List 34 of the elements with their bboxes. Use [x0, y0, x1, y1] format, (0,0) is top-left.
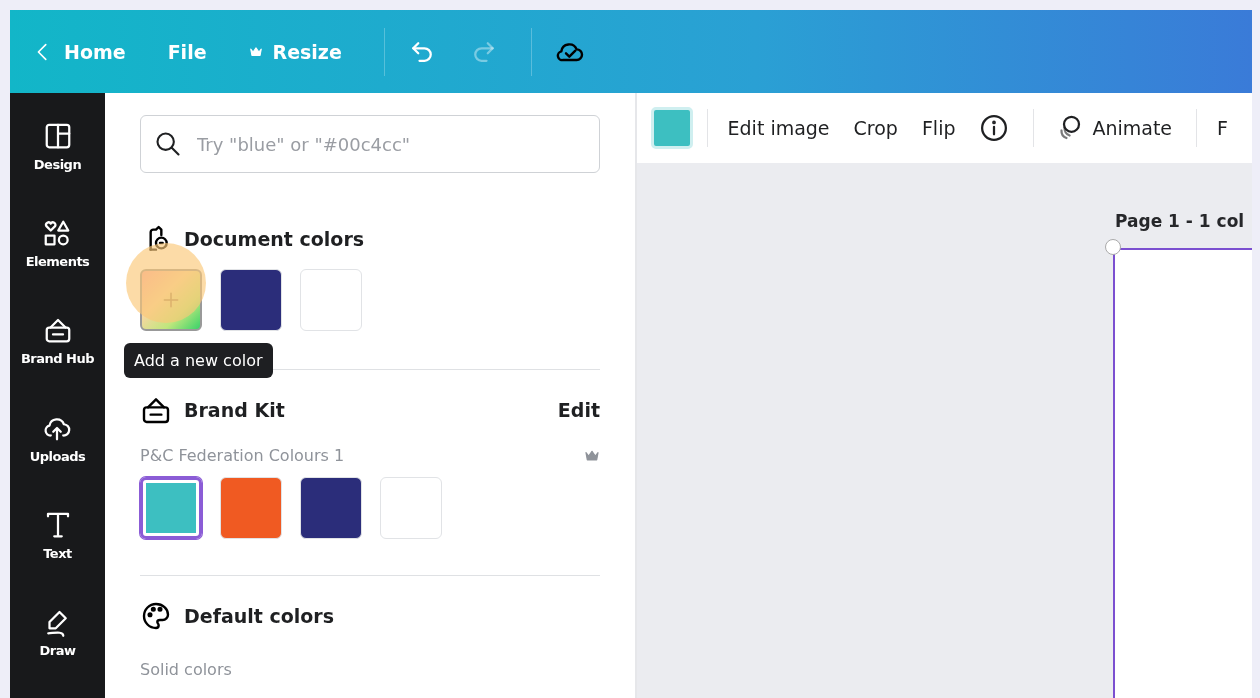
toolbar-button[interactable]: Edit image [727, 117, 830, 139]
crown-icon [248, 44, 263, 59]
tooltip: Add a new color [124, 343, 273, 378]
color-button[interactable] [651, 107, 693, 149]
sidebar-item[interactable]: Design [33, 115, 82, 213]
toolbar-button[interactable]: Flip [921, 117, 956, 139]
color-swatch[interactable] [380, 477, 442, 539]
toolbar-button[interactable]: Crop [853, 117, 898, 139]
palette-name: P&C Federation Colours 1 [140, 446, 346, 465]
sidebar-item[interactable]: Uploads [29, 406, 86, 504]
color-swatch[interactable] [220, 477, 282, 539]
toolbar-button[interactable]: F [1217, 117, 1228, 139]
section-subtitle: Solid colors [140, 660, 233, 679]
plus-icon [161, 290, 181, 310]
edit-link[interactable]: Edit [557, 399, 600, 421]
info-icon [979, 113, 1010, 143]
color-swatch[interactable] [220, 269, 282, 331]
resize-handle[interactable] [1105, 239, 1121, 255]
sidebar-item[interactable]: Text [42, 503, 73, 601]
section-title: Document colors [184, 228, 366, 250]
color-swatch[interactable] [300, 477, 362, 539]
animate-button[interactable]: Animate [1054, 113, 1173, 143]
search-field[interactable]: Try "blue" or "#00c4cc" [140, 115, 600, 173]
color-swatch[interactable] [300, 269, 362, 331]
page-label: Page 1 - 1 col [1115, 211, 1245, 231]
palette-icon [140, 600, 172, 632]
sidebar-item[interactable]: Brand Hub [20, 309, 95, 407]
search-icon [154, 130, 182, 158]
sidebar-item[interactable]: Elements [25, 212, 90, 310]
section-title: Default colors [184, 605, 336, 627]
sidebar-item[interactable]: Draw [39, 600, 76, 698]
section-title: Brand Kit [184, 399, 286, 421]
add-color-button[interactable] [140, 269, 202, 331]
info-button[interactable] [979, 113, 1010, 143]
